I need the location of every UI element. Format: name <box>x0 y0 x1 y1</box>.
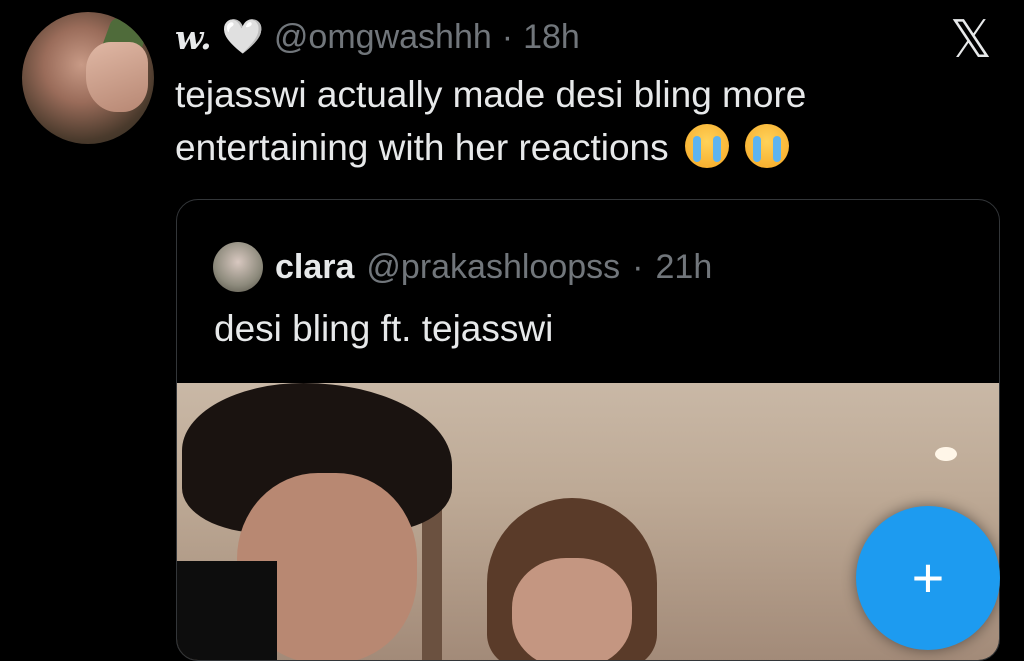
background-pillar <box>422 503 442 660</box>
woman-face <box>512 558 632 660</box>
avatar-hand <box>86 42 148 112</box>
heart-emoji: 🤍 <box>221 18 264 56</box>
x-logo-icon[interactable]: 𝕏 <box>950 14 1002 66</box>
quote-timestamp[interactable]: 21h <box>656 248 713 287</box>
loudly-crying-face-icon <box>684 124 729 168</box>
separator-dot: · <box>501 17 514 56</box>
compose-button[interactable]: + <box>856 506 1000 650</box>
timestamp[interactable]: 18h <box>523 18 580 57</box>
loudly-crying-face-icon <box>745 124 790 168</box>
tweet-header: w. 🤍 @omgwashhh · 18h <box>175 14 580 60</box>
display-name[interactable]: w. <box>175 18 212 57</box>
quote-user-handle[interactable]: @prakashloopss <box>366 248 620 287</box>
tweet-text: tejasswi actually made desi bling more e… <box>175 68 995 174</box>
quote-avatar[interactable] <box>213 242 263 292</box>
quote-separator-dot: · <box>632 247 644 286</box>
quote-text: desi bling ft. tejasswi <box>214 308 554 349</box>
plus-icon: + <box>911 546 945 609</box>
ceiling-light <box>935 447 957 461</box>
user-handle[interactable]: @omgwashhh <box>274 18 492 57</box>
quote-display-name[interactable]: clara <box>275 248 354 287</box>
man-suit <box>177 561 277 660</box>
tweet-avatar[interactable] <box>22 12 154 144</box>
quote-header: clara @prakashloopss · 21h <box>213 242 712 292</box>
